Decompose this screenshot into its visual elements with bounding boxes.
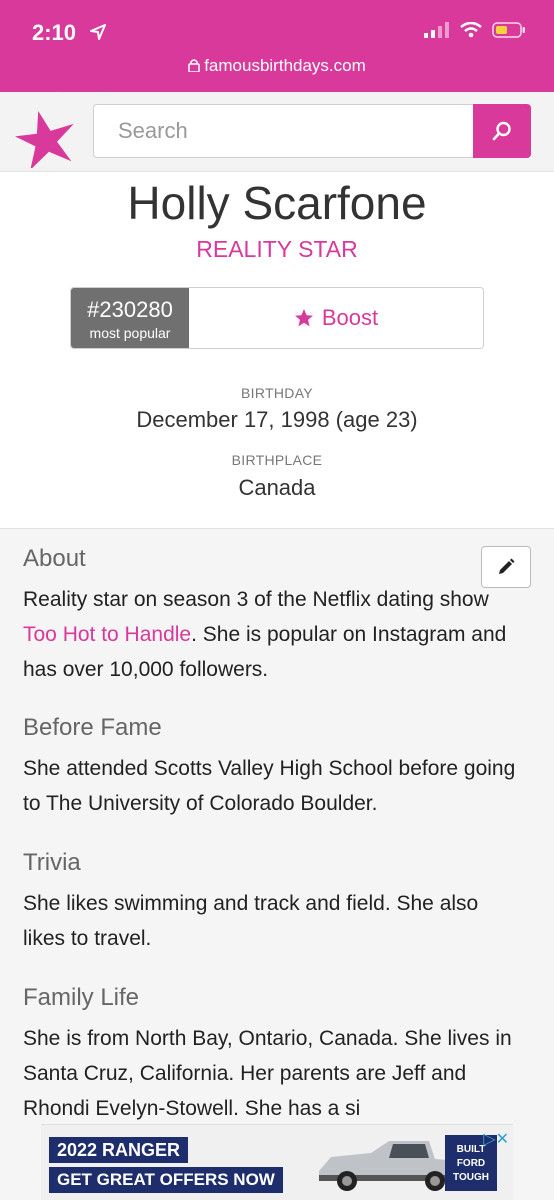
location-arrow-icon xyxy=(90,24,106,40)
birthday-value[interactable]: December 17, 1998 (age 23) xyxy=(0,407,554,433)
birthday-label: BIRTHDAY xyxy=(241,385,313,401)
ad-title: 2022 RANGER xyxy=(49,1137,189,1163)
birthplace-label: BIRTHPLACE xyxy=(231,452,323,468)
search-field[interactable] xyxy=(93,104,473,158)
rank-badge[interactable]: #230280 most popular xyxy=(71,288,189,348)
search-icon xyxy=(492,121,511,141)
wifi-icon xyxy=(460,22,482,38)
boost-label: Boost xyxy=(321,305,379,330)
ad-banner[interactable]: 2022 RANGER GET GREAT OFFERS NOW BUILT F… xyxy=(41,1124,513,1200)
show-link[interactable]: Too Hot to Handle xyxy=(23,623,191,646)
boost-button[interactable]: Boost xyxy=(189,288,483,348)
ad-gutter-right xyxy=(513,1124,554,1200)
status-indicators xyxy=(424,22,526,38)
url-text: famousbirthdays.com xyxy=(204,56,366,75)
before-fame-text: She attended Scotts Valley High School b… xyxy=(23,757,516,815)
rank-number: #230280 xyxy=(87,297,173,322)
before-fame-heading: Before Fame xyxy=(23,714,162,741)
ad-subtitle: GET GREAT OFFERS NOW xyxy=(49,1167,283,1193)
family-life-text: She is from North Bay, Ontario, Canada. … xyxy=(23,1027,512,1120)
signal-icon xyxy=(424,22,449,38)
birthplace-value[interactable]: Canada xyxy=(0,475,554,501)
trivia-heading: Trivia xyxy=(23,849,81,876)
lock-icon xyxy=(188,59,200,72)
profession-link[interactable]: REALITY STAR xyxy=(0,236,554,263)
ad-close-icon[interactable]: ▷✕ xyxy=(483,1129,509,1149)
family-life-heading: Family Life xyxy=(23,984,140,1011)
star-icon xyxy=(294,309,313,327)
search-input[interactable] xyxy=(118,118,449,144)
search-button[interactable] xyxy=(473,104,531,158)
logo-star-icon[interactable] xyxy=(14,108,78,168)
status-time: 2:10 xyxy=(32,20,77,45)
ad-gutter-left xyxy=(0,1124,41,1200)
popularity-box: #230280 most popular Boost xyxy=(70,287,484,349)
battery-icon xyxy=(492,22,525,38)
celebrity-name: Holly Scarfone xyxy=(127,177,427,229)
ad-badge-text: BUILT FORD TOUGH xyxy=(453,1144,489,1183)
trivia-text: She likes swimming and track and field. … xyxy=(23,892,479,950)
about-text: Reality star on season 3 of the Netflix … xyxy=(23,582,523,687)
browser-top-bar: 2:10 famousbirthdays.com xyxy=(0,0,554,92)
site-header xyxy=(0,92,554,172)
about-text-start: Reality star on season 3 of the Netflix … xyxy=(23,588,489,611)
pencil-icon xyxy=(499,558,515,574)
rank-label: most popular xyxy=(89,325,171,341)
address-bar[interactable]: famousbirthdays.com xyxy=(0,56,554,76)
about-heading: About xyxy=(23,545,86,572)
